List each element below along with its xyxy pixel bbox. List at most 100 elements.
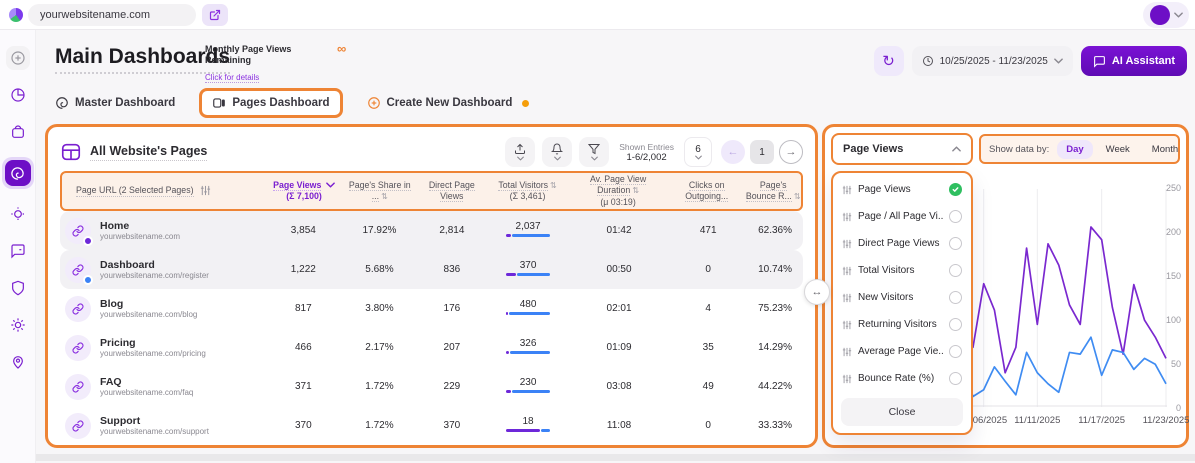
sidebar-item-tracking[interactable] [6, 202, 30, 226]
radio-unselected [949, 372, 962, 385]
chevron-down-icon [695, 155, 702, 160]
target-icon [10, 206, 26, 222]
chevron-down-icon [517, 156, 524, 161]
bell-icon [551, 143, 563, 155]
page-url: yourwebsitename.com/pricing [100, 349, 206, 358]
metric-option[interactable]: Returning Visitors [833, 311, 971, 338]
metric-option[interactable]: New Visitors [833, 284, 971, 311]
range-year-button[interactable]: Year [1191, 140, 1195, 159]
radio-unselected [949, 318, 962, 331]
export-button[interactable] [505, 137, 535, 167]
table-row[interactable]: FAQyourwebsitename.com/faq3711.72%229230… [60, 367, 803, 406]
chevron-down-icon [1174, 12, 1183, 18]
share-value: 3.80% [342, 303, 416, 314]
column-total-visitors[interactable]: Total Visitors⇅(Σ 3,461) [487, 180, 568, 203]
sidebar-item-messages[interactable] [6, 239, 30, 263]
total-visitors-value: 18 [487, 416, 569, 435]
sidebar-item-locations[interactable] [6, 350, 30, 374]
date-range-picker[interactable]: 10/25/2025 - 11/23/2025 [912, 46, 1073, 76]
share-value: 1.72% [342, 381, 416, 392]
metric-option[interactable]: Direct Page Views [833, 230, 971, 257]
next-page-button[interactable]: → [779, 140, 803, 164]
column-outgoing-clicks[interactable]: Clicks on Outgoing... [668, 180, 746, 203]
sidebar-item-products[interactable] [6, 120, 30, 144]
drag-handle-icon [842, 266, 852, 276]
table-row[interactable]: Homeyourwebsitename.com3,85417.92%2,8142… [60, 211, 803, 250]
range-month-button[interactable]: Month [1143, 140, 1187, 159]
page-url-cell: Dashboardyourwebsitename.com/register [60, 257, 264, 283]
table-row[interactable]: Blogyourwebsitename.com/blog8173.80%1764… [60, 289, 803, 328]
drag-handle-icon [842, 347, 852, 357]
direct-views-value: 836 [417, 264, 488, 275]
metric-option[interactable]: Total Visitors [833, 257, 971, 284]
quota-details-link[interactable]: Click for details [205, 73, 259, 83]
ai-assistant-button[interactable]: AI Assistant [1081, 46, 1187, 76]
column-bounce-rate[interactable]: Page's Bounce R...⇅ [746, 180, 801, 203]
dashboard-tabs: Master Dashboard Pages Dashboard Create … [55, 88, 529, 118]
sidebar-item-add[interactable] [6, 46, 30, 70]
radio-unselected [949, 210, 962, 223]
duration-value: 11:08 [569, 420, 669, 431]
total-visitors-value: 370 [487, 260, 569, 279]
tab-pages-dashboard[interactable]: Pages Dashboard [199, 88, 342, 118]
tab-create-new-dashboard[interactable]: Create New Dashboard [367, 96, 530, 110]
gear-icon [10, 317, 26, 333]
refresh-button[interactable]: ↻ [874, 46, 904, 76]
visitors-split-bar [506, 351, 550, 354]
column-avg-duration[interactable]: Av. Page View Duration⇅(μ 03:19) [568, 174, 668, 208]
open-external-button[interactable] [202, 4, 228, 26]
page-url: yourwebsitename.com/support [100, 427, 209, 436]
page-views-value: 817 [264, 303, 342, 314]
page-views-value: 1,222 [264, 264, 342, 275]
drag-handle-icon [842, 185, 852, 195]
ai-assistant-label: AI Assistant [1112, 55, 1175, 67]
user-menu[interactable] [1143, 2, 1189, 28]
bounce-value: 62.36% [747, 225, 803, 236]
page-size-select[interactable]: 6 [684, 137, 712, 167]
location-pin-icon [10, 354, 26, 370]
column-page-views[interactable]: Page Views (Σ 7,100) [265, 180, 343, 203]
page-name: FAQ [100, 376, 193, 389]
prev-page-button[interactable]: ← [721, 140, 745, 164]
link-icon [65, 413, 91, 439]
site-name-pill[interactable]: yourwebsitename.com [28, 4, 196, 26]
site-favicon [9, 8, 23, 22]
page-url: yourwebsitename.com [100, 232, 180, 241]
column-page-url[interactable]: Page URL (2 Selected Pages) [62, 185, 265, 197]
sidebar-item-privacy[interactable] [6, 276, 30, 300]
table-row[interactable]: Supportyourwebsitename.com/support3701.7… [60, 406, 803, 445]
date-range-value: 10/25/2025 - 11/23/2025 [940, 56, 1048, 67]
sidebar-item-analytics[interactable] [6, 83, 30, 107]
page-name: Dashboard [100, 259, 209, 272]
table-grid-icon[interactable] [60, 141, 82, 163]
plus-circle-icon [367, 96, 381, 110]
alerts-button[interactable] [542, 137, 572, 167]
sort-icon: ⇅ [632, 186, 639, 195]
sidebar-item-dashboards-active[interactable] [2, 157, 34, 189]
dropdown-close-button[interactable]: Close [841, 398, 963, 426]
infinity-value: ∞ [337, 44, 346, 54]
table-row[interactable]: Pricingyourwebsitename.com/pricing4662.1… [60, 328, 803, 367]
table-row[interactable]: Dashboardyourwebsitename.com/register1,2… [60, 250, 803, 289]
column-settings-icon[interactable] [200, 185, 211, 196]
metric-option[interactable]: Bounce Rate (%) [833, 365, 971, 392]
sidebar-item-settings[interactable] [6, 313, 30, 337]
metric-option[interactable]: Page Views [833, 176, 971, 203]
page-url-cell: Pricingyourwebsitename.com/pricing [60, 335, 264, 361]
metric-option[interactable]: Page / All Page Vi... [833, 203, 971, 230]
metric-select[interactable]: Page Views [831, 133, 973, 165]
panel-resize-button[interactable]: ↔ [804, 279, 830, 305]
tab-master-dashboard[interactable]: Master Dashboard [55, 96, 175, 110]
bounce-value: 44.22% [747, 381, 803, 392]
pages-icon [212, 96, 226, 110]
radio-unselected [949, 345, 962, 358]
filter-button[interactable] [579, 137, 609, 167]
column-direct-page-views[interactable]: Direct Page Views [417, 180, 487, 203]
range-week-button[interactable]: Week [1097, 140, 1139, 159]
metric-option[interactable]: Average Page Vie... [833, 338, 971, 365]
range-day-button[interactable]: Day [1057, 140, 1092, 159]
sort-desc-icon [326, 182, 335, 188]
column-pages-share[interactable]: Page's Share in ...⇅ [343, 180, 417, 203]
share-value: 2.17% [342, 342, 416, 353]
browser-topbar: yourwebsitename.com [0, 0, 1195, 30]
